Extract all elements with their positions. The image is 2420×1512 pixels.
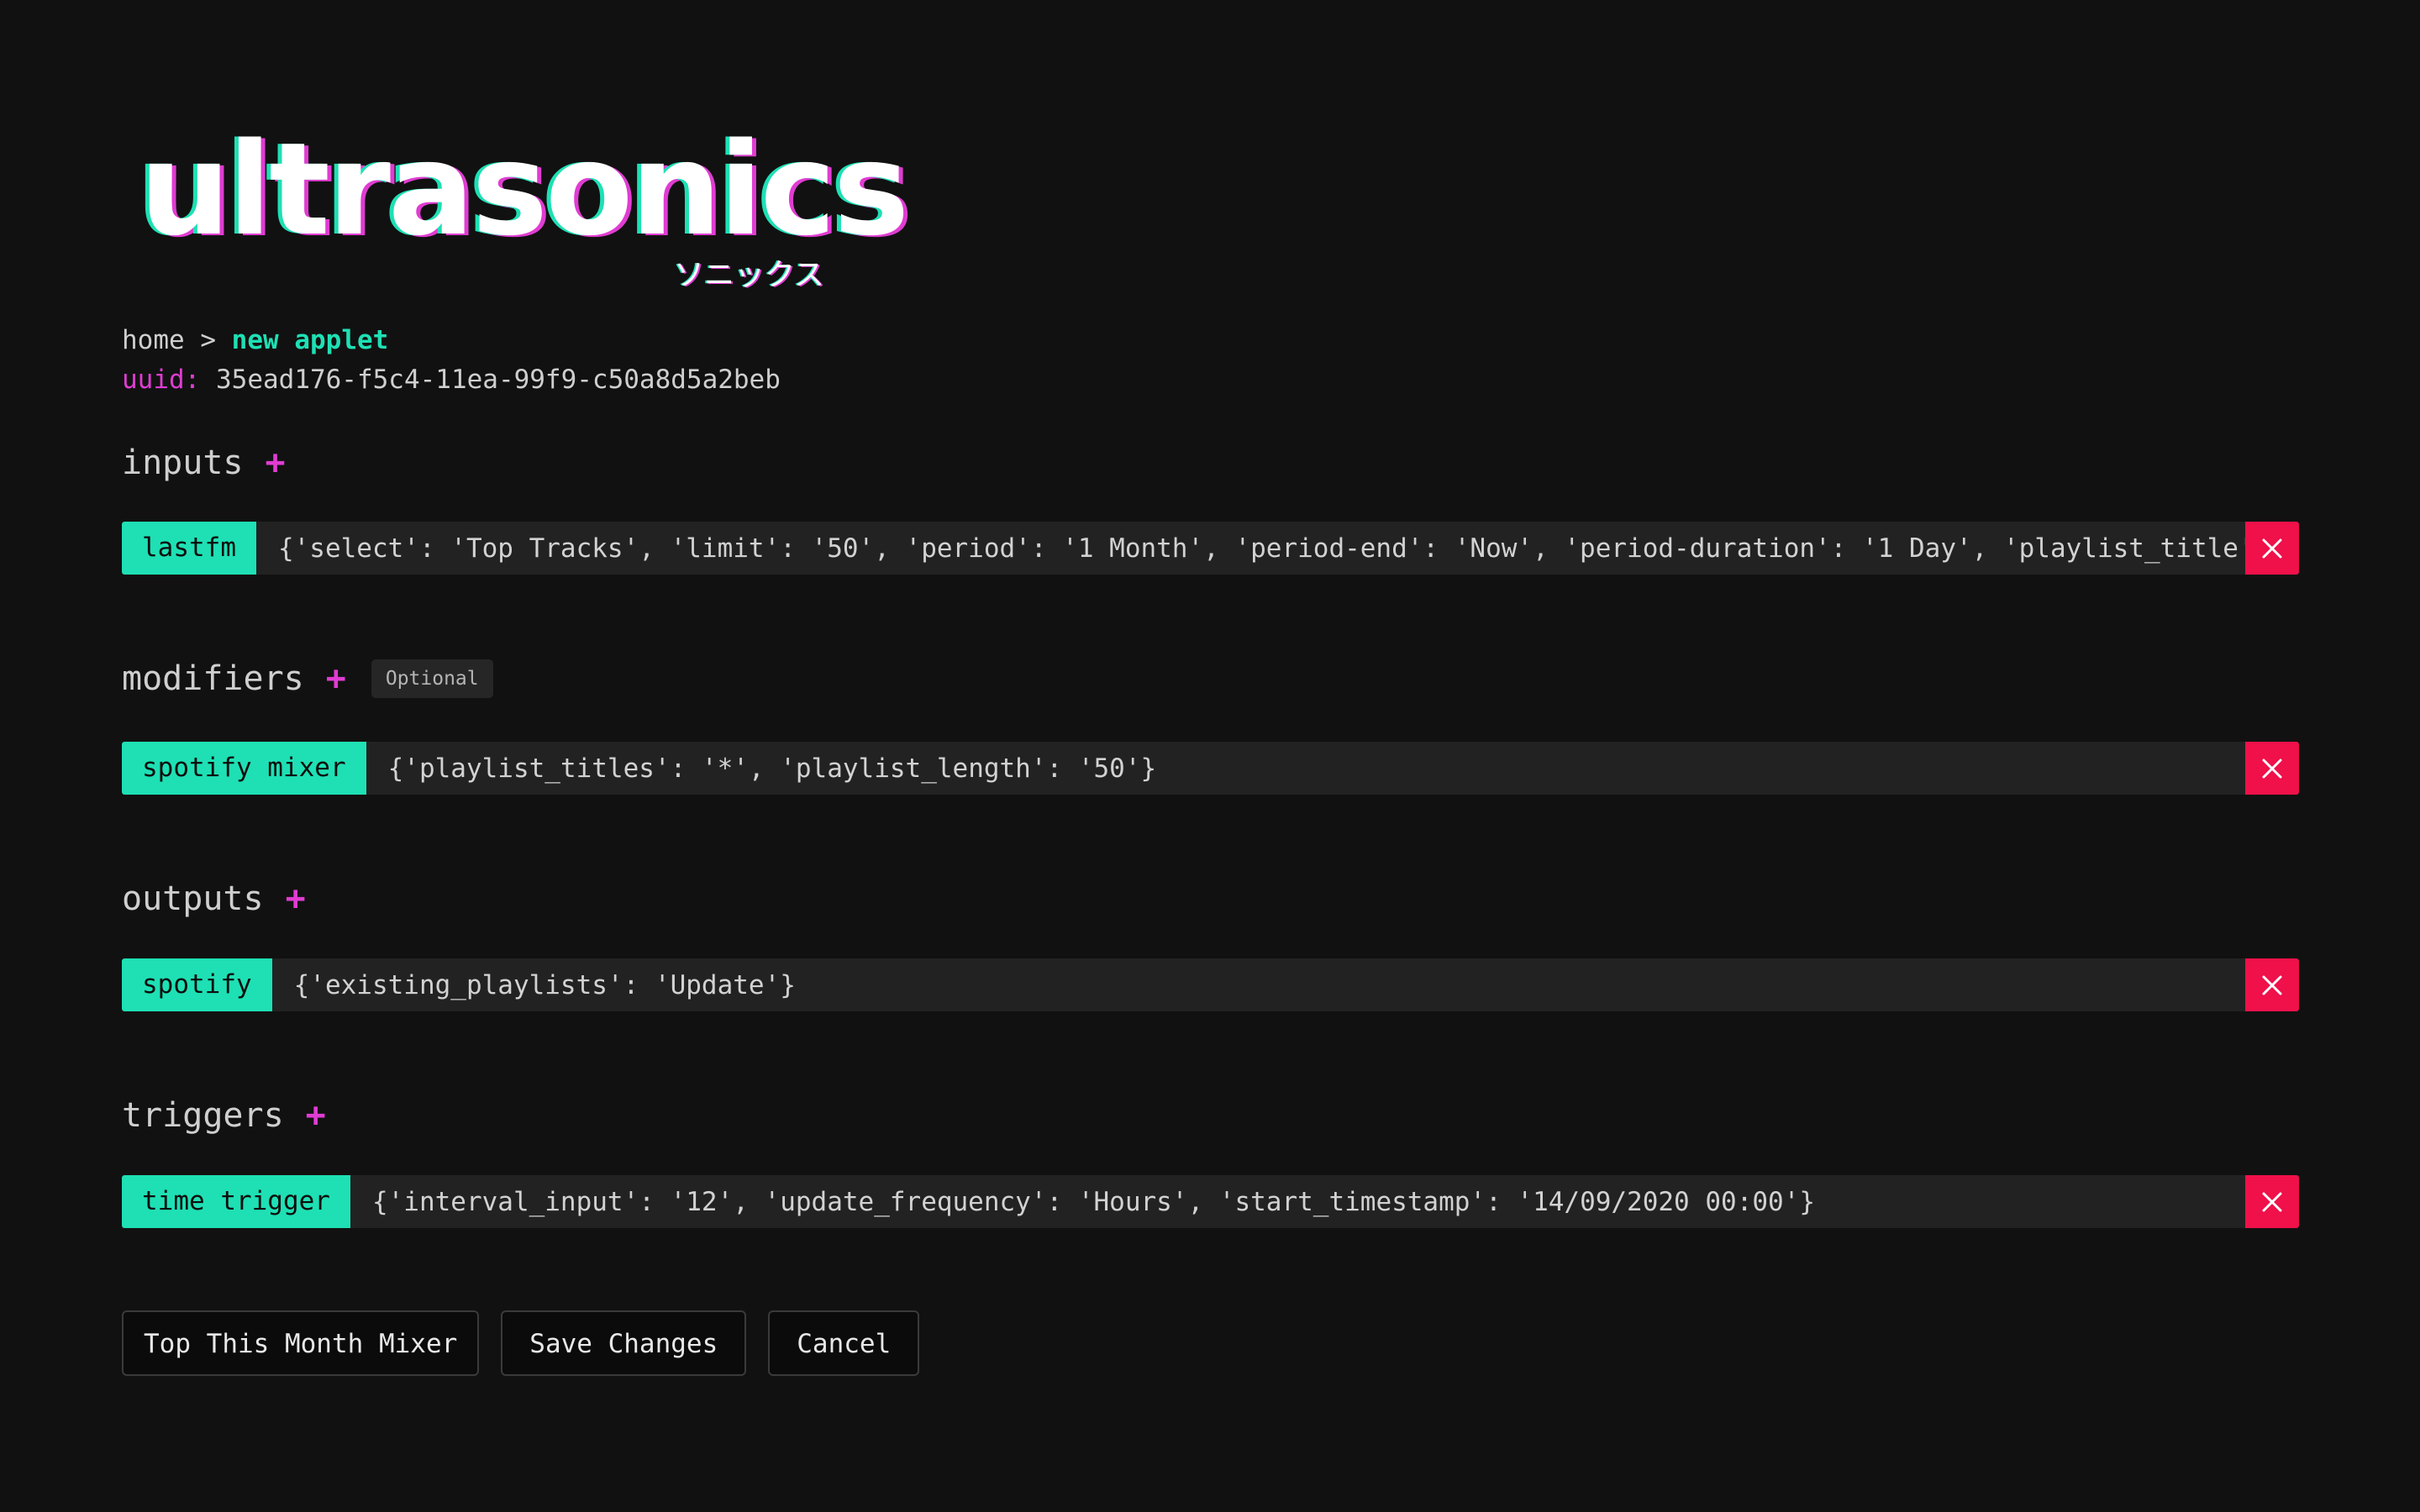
remove-trigger-button[interactable] — [2245, 1175, 2299, 1228]
logo-wordmark: ultrasonics — [139, 115, 909, 264]
modifier-plugin-tag[interactable]: spotify mixer — [122, 742, 366, 795]
optional-badge: Optional — [371, 659, 493, 698]
section-title-outputs: outputs — [122, 879, 264, 918]
section-triggers-header: triggers + — [122, 1094, 326, 1137]
remove-modifier-button[interactable] — [2245, 742, 2299, 795]
close-icon — [2262, 975, 2282, 995]
section-title-inputs: inputs — [122, 444, 244, 482]
modifier-settings-value[interactable]: {'playlist_titles': '*', 'playlist_lengt… — [366, 753, 2245, 784]
applet-name-button[interactable]: Top This Month Mixer — [122, 1310, 480, 1376]
close-icon — [2262, 1192, 2282, 1211]
output-plugin-tag[interactable]: spotify — [122, 958, 272, 1011]
add-trigger-button[interactable]: + — [306, 1096, 326, 1135]
trigger-row: time trigger {'interval_input': '12', 'u… — [122, 1175, 2299, 1228]
trigger-settings-value[interactable]: {'interval_input': '12', 'update_frequen… — [350, 1187, 2245, 1217]
section-title-triggers: triggers — [122, 1096, 284, 1135]
output-row: spotify {'existing_playlists': 'Update'} — [122, 958, 2299, 1011]
section-inputs-header: inputs + — [122, 441, 286, 485]
cancel-button[interactable]: Cancel — [768, 1310, 920, 1376]
input-settings-value[interactable]: {'select': 'Top Tracks', 'limit': '50', … — [256, 533, 2245, 564]
close-icon — [2262, 538, 2282, 558]
logo-subtitle: ソニックス — [674, 258, 824, 292]
remove-output-button[interactable] — [2245, 958, 2299, 1011]
save-changes-button[interactable]: Save Changes — [501, 1310, 747, 1376]
breadcrumb: home > new applet — [122, 322, 388, 359]
action-bar: Top This Month Mixer Save Changes Cancel — [122, 1310, 920, 1376]
remove-input-button[interactable] — [2245, 522, 2299, 575]
add-input-button[interactable]: + — [266, 444, 286, 482]
breadcrumb-current: new applet — [231, 325, 389, 355]
trigger-plugin-tag[interactable]: time trigger — [122, 1175, 350, 1228]
add-output-button[interactable]: + — [286, 879, 306, 918]
output-settings-value[interactable]: {'existing_playlists': 'Update'} — [272, 970, 2245, 1000]
add-modifier-button[interactable]: + — [326, 659, 346, 698]
input-row: lastfm {'select': 'Top Tracks', 'limit':… — [122, 522, 2299, 575]
uuid-line: uuid: 35ead176-f5c4-11ea-99f9-c50a8d5a2b… — [122, 361, 781, 398]
uuid-value: 35ead176-f5c4-11ea-99f9-c50a8d5a2beb — [216, 365, 781, 395]
breadcrumb-separator: > — [200, 325, 216, 355]
section-modifiers-header: modifiers + Optional — [122, 657, 493, 701]
close-icon — [2262, 759, 2282, 778]
section-outputs-header: outputs + — [122, 877, 306, 921]
input-plugin-tag[interactable]: lastfm — [122, 522, 256, 575]
breadcrumb-home-link[interactable]: home — [122, 325, 185, 355]
logo: ultrasonics ソニックス — [139, 126, 909, 294]
modifier-row: spotify mixer {'playlist_titles': '*', '… — [122, 742, 2299, 795]
section-title-modifiers: modifiers — [122, 659, 304, 698]
uuid-label: uuid: — [122, 365, 201, 395]
